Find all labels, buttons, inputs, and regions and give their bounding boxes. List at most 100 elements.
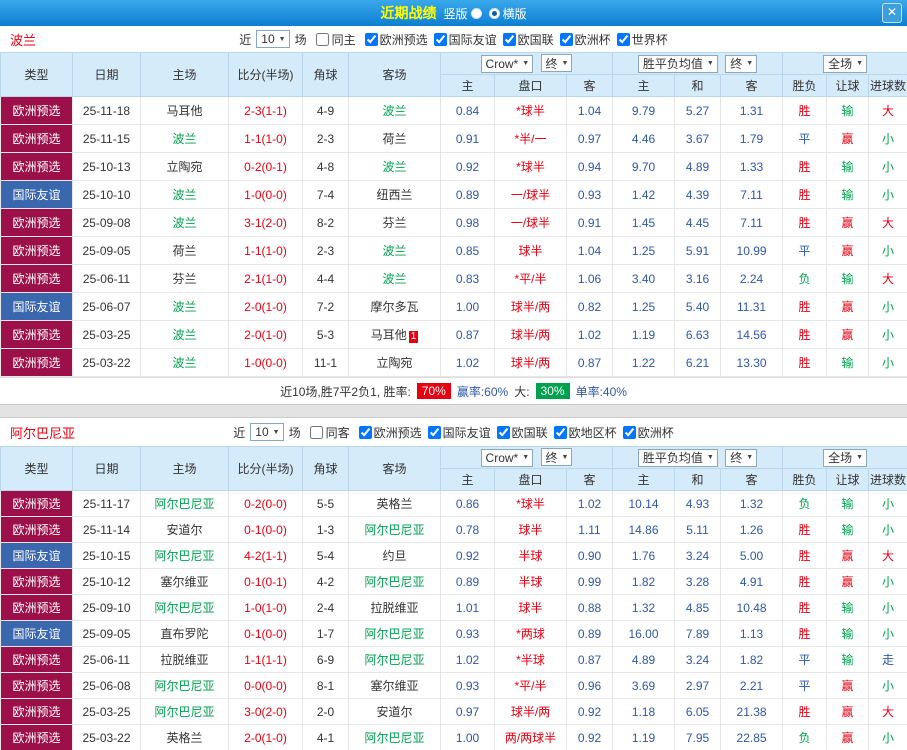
avg-home: 1.45	[612, 208, 676, 237]
away-team-link[interactable]: 波兰	[382, 104, 406, 118]
close-button[interactable]: ✕	[882, 3, 902, 23]
home-team-link[interactable]: 马耳他	[166, 104, 202, 118]
home-team-link[interactable]: 阿尔巴尼亚	[154, 679, 214, 693]
home-team-link[interactable]: 波兰	[172, 188, 196, 202]
competition-filter[interactable]: 欧洲预选	[353, 424, 422, 441]
competition-checkbox[interactable]	[622, 425, 636, 439]
home-team-link[interactable]: 阿尔巴尼亚	[154, 549, 214, 563]
competition-filter[interactable]: 欧洲预选	[359, 31, 428, 48]
home-team-link[interactable]: 塞尔维亚	[160, 575, 208, 589]
away-team-link[interactable]: 英格兰	[376, 497, 412, 511]
home-team-link[interactable]: 阿尔巴尼亚	[154, 601, 214, 615]
fulltime-value: 全场	[828, 57, 853, 71]
home-team-link[interactable]: 荷兰	[172, 244, 196, 258]
home-team-link[interactable]: 阿尔巴尼亚	[154, 705, 214, 719]
competition-checkbox[interactable]	[364, 32, 378, 46]
away-team-link[interactable]: 阿尔巴尼亚	[364, 523, 424, 537]
fulltime-select[interactable]: 全场 ▼	[823, 54, 868, 73]
competition-filter[interactable]: 国际友谊	[428, 31, 497, 48]
competition-checkbox[interactable]	[502, 32, 516, 46]
odds-line: 一/球半	[494, 180, 567, 209]
sub-header-handicap: 让球	[826, 74, 870, 97]
away-team-link[interactable]: 摩尔多瓦	[370, 300, 418, 314]
away-team-link[interactable]: 波兰	[382, 272, 406, 286]
match-date: 25-03-25	[72, 320, 141, 349]
home-team-link[interactable]: 波兰	[172, 356, 196, 370]
competition-checkbox[interactable]	[616, 32, 630, 46]
away-team-link[interactable]: 阿尔巴尼亚	[364, 653, 424, 667]
away-team-link[interactable]: 阿尔巴尼亚	[364, 731, 424, 745]
competition-type: 欧洲预选	[0, 124, 73, 153]
away-team-link[interactable]: 波兰	[382, 244, 406, 258]
competition-checkbox[interactable]	[553, 425, 567, 439]
layout-vertical-radio[interactable]	[470, 7, 482, 19]
away-team-link[interactable]: 荷兰	[382, 132, 406, 146]
competition-checkbox[interactable]	[559, 32, 573, 46]
match-count-select[interactable]: 10 ▼	[256, 30, 290, 48]
home-team-link[interactable]: 芬兰	[172, 272, 196, 286]
home-team-link[interactable]: 波兰	[172, 216, 196, 230]
odds-source-select[interactable]: Crow* ▼	[480, 54, 534, 73]
same-venue-checkbox[interactable]	[315, 32, 329, 46]
score: 0-1(0-0)	[228, 620, 303, 647]
sub-header-odds-home: 主	[440, 74, 495, 97]
odds-period-select[interactable]: 终 ▼	[540, 54, 573, 73]
layout-vertical-option[interactable]: 竖版	[443, 5, 482, 22]
home-team-link[interactable]: 立陶宛	[166, 160, 202, 174]
score: 2-3(1-1)	[228, 96, 303, 125]
away-team-link[interactable]: 拉脱维亚	[370, 601, 418, 615]
sub-header-avg-draw: 和	[674, 74, 722, 97]
match-count-select[interactable]: 10 ▼	[250, 423, 284, 441]
home-team-link[interactable]: 安道尔	[166, 523, 202, 537]
home-team-link[interactable]: 波兰	[172, 328, 196, 342]
home-team-link[interactable]: 波兰	[172, 300, 196, 314]
away-team-link[interactable]: 纽西兰	[376, 188, 412, 202]
home-team-link[interactable]: 直布罗陀	[160, 627, 208, 641]
fulltime-select[interactable]: 全场 ▼	[823, 448, 868, 467]
handicap-flag: 赢	[826, 320, 870, 349]
odds-source-select[interactable]: Crow* ▼	[480, 448, 534, 467]
avg-draw: 3.67	[674, 124, 722, 153]
competition-checkbox[interactable]	[496, 425, 510, 439]
home-team-link[interactable]: 波兰	[172, 132, 196, 146]
competition-checkbox[interactable]	[433, 32, 447, 46]
away-team-link[interactable]: 塞尔维亚	[370, 679, 418, 693]
home-team-link[interactable]: 阿尔巴尼亚	[154, 497, 214, 511]
away-team-link[interactable]: 芬兰	[382, 216, 406, 230]
away-team-link[interactable]: 阿尔巴尼亚	[364, 627, 424, 641]
home-team-cell: 阿尔巴尼亚	[140, 594, 229, 621]
result-flag: 胜	[782, 594, 828, 621]
layout-horizontal-radio[interactable]	[488, 7, 500, 19]
home-team-link[interactable]: 拉脱维亚	[160, 653, 208, 667]
red-card-badge: 1	[408, 331, 419, 343]
competition-filter[interactable]: 国际友谊	[422, 424, 491, 441]
competition-filter[interactable]: 欧洲杯	[617, 424, 674, 441]
corner-score: 4-1	[302, 724, 349, 750]
score: 0-2(0-0)	[228, 490, 303, 517]
match-row: 国际友谊 25-09-05 直布罗陀 0-1(0-0) 1-7 阿尔巴尼亚 0.…	[0, 620, 907, 647]
avg-period-select[interactable]: 终 ▼	[725, 448, 758, 467]
avg-type-select[interactable]: 胜平负均值 ▼	[637, 448, 718, 467]
away-team-link[interactable]: 马耳他	[371, 328, 407, 342]
competition-checkbox[interactable]	[358, 425, 372, 439]
avg-type-select[interactable]: 胜平负均值 ▼	[637, 54, 718, 73]
handicap-flag: 赢	[826, 236, 870, 265]
competition-filter[interactable]: 欧洲杯	[554, 31, 611, 48]
away-team-link[interactable]: 安道尔	[376, 705, 412, 719]
competition-filter[interactable]: 欧国联	[491, 424, 548, 441]
away-team-link[interactable]: 约旦	[382, 549, 406, 563]
odds-period-select[interactable]: 终 ▼	[540, 448, 573, 467]
home-team-link[interactable]: 英格兰	[166, 731, 202, 745]
away-team-link[interactable]: 立陶宛	[376, 356, 412, 370]
away-team-link[interactable]: 波兰	[382, 160, 406, 174]
competition-filter[interactable]: 欧国联	[497, 31, 554, 48]
competition-checkbox[interactable]	[427, 425, 441, 439]
layout-horizontal-option[interactable]: 横版	[488, 5, 527, 22]
home-team-cell: 阿尔巴尼亚	[140, 698, 229, 725]
goals-flag: 小	[868, 724, 907, 750]
competition-filter[interactable]: 欧地区杯	[548, 424, 617, 441]
same-venue-checkbox[interactable]	[309, 425, 323, 439]
avg-period-select[interactable]: 终 ▼	[725, 54, 758, 73]
away-team-link[interactable]: 阿尔巴尼亚	[364, 575, 424, 589]
competition-filter[interactable]: 世界杯	[611, 31, 668, 48]
